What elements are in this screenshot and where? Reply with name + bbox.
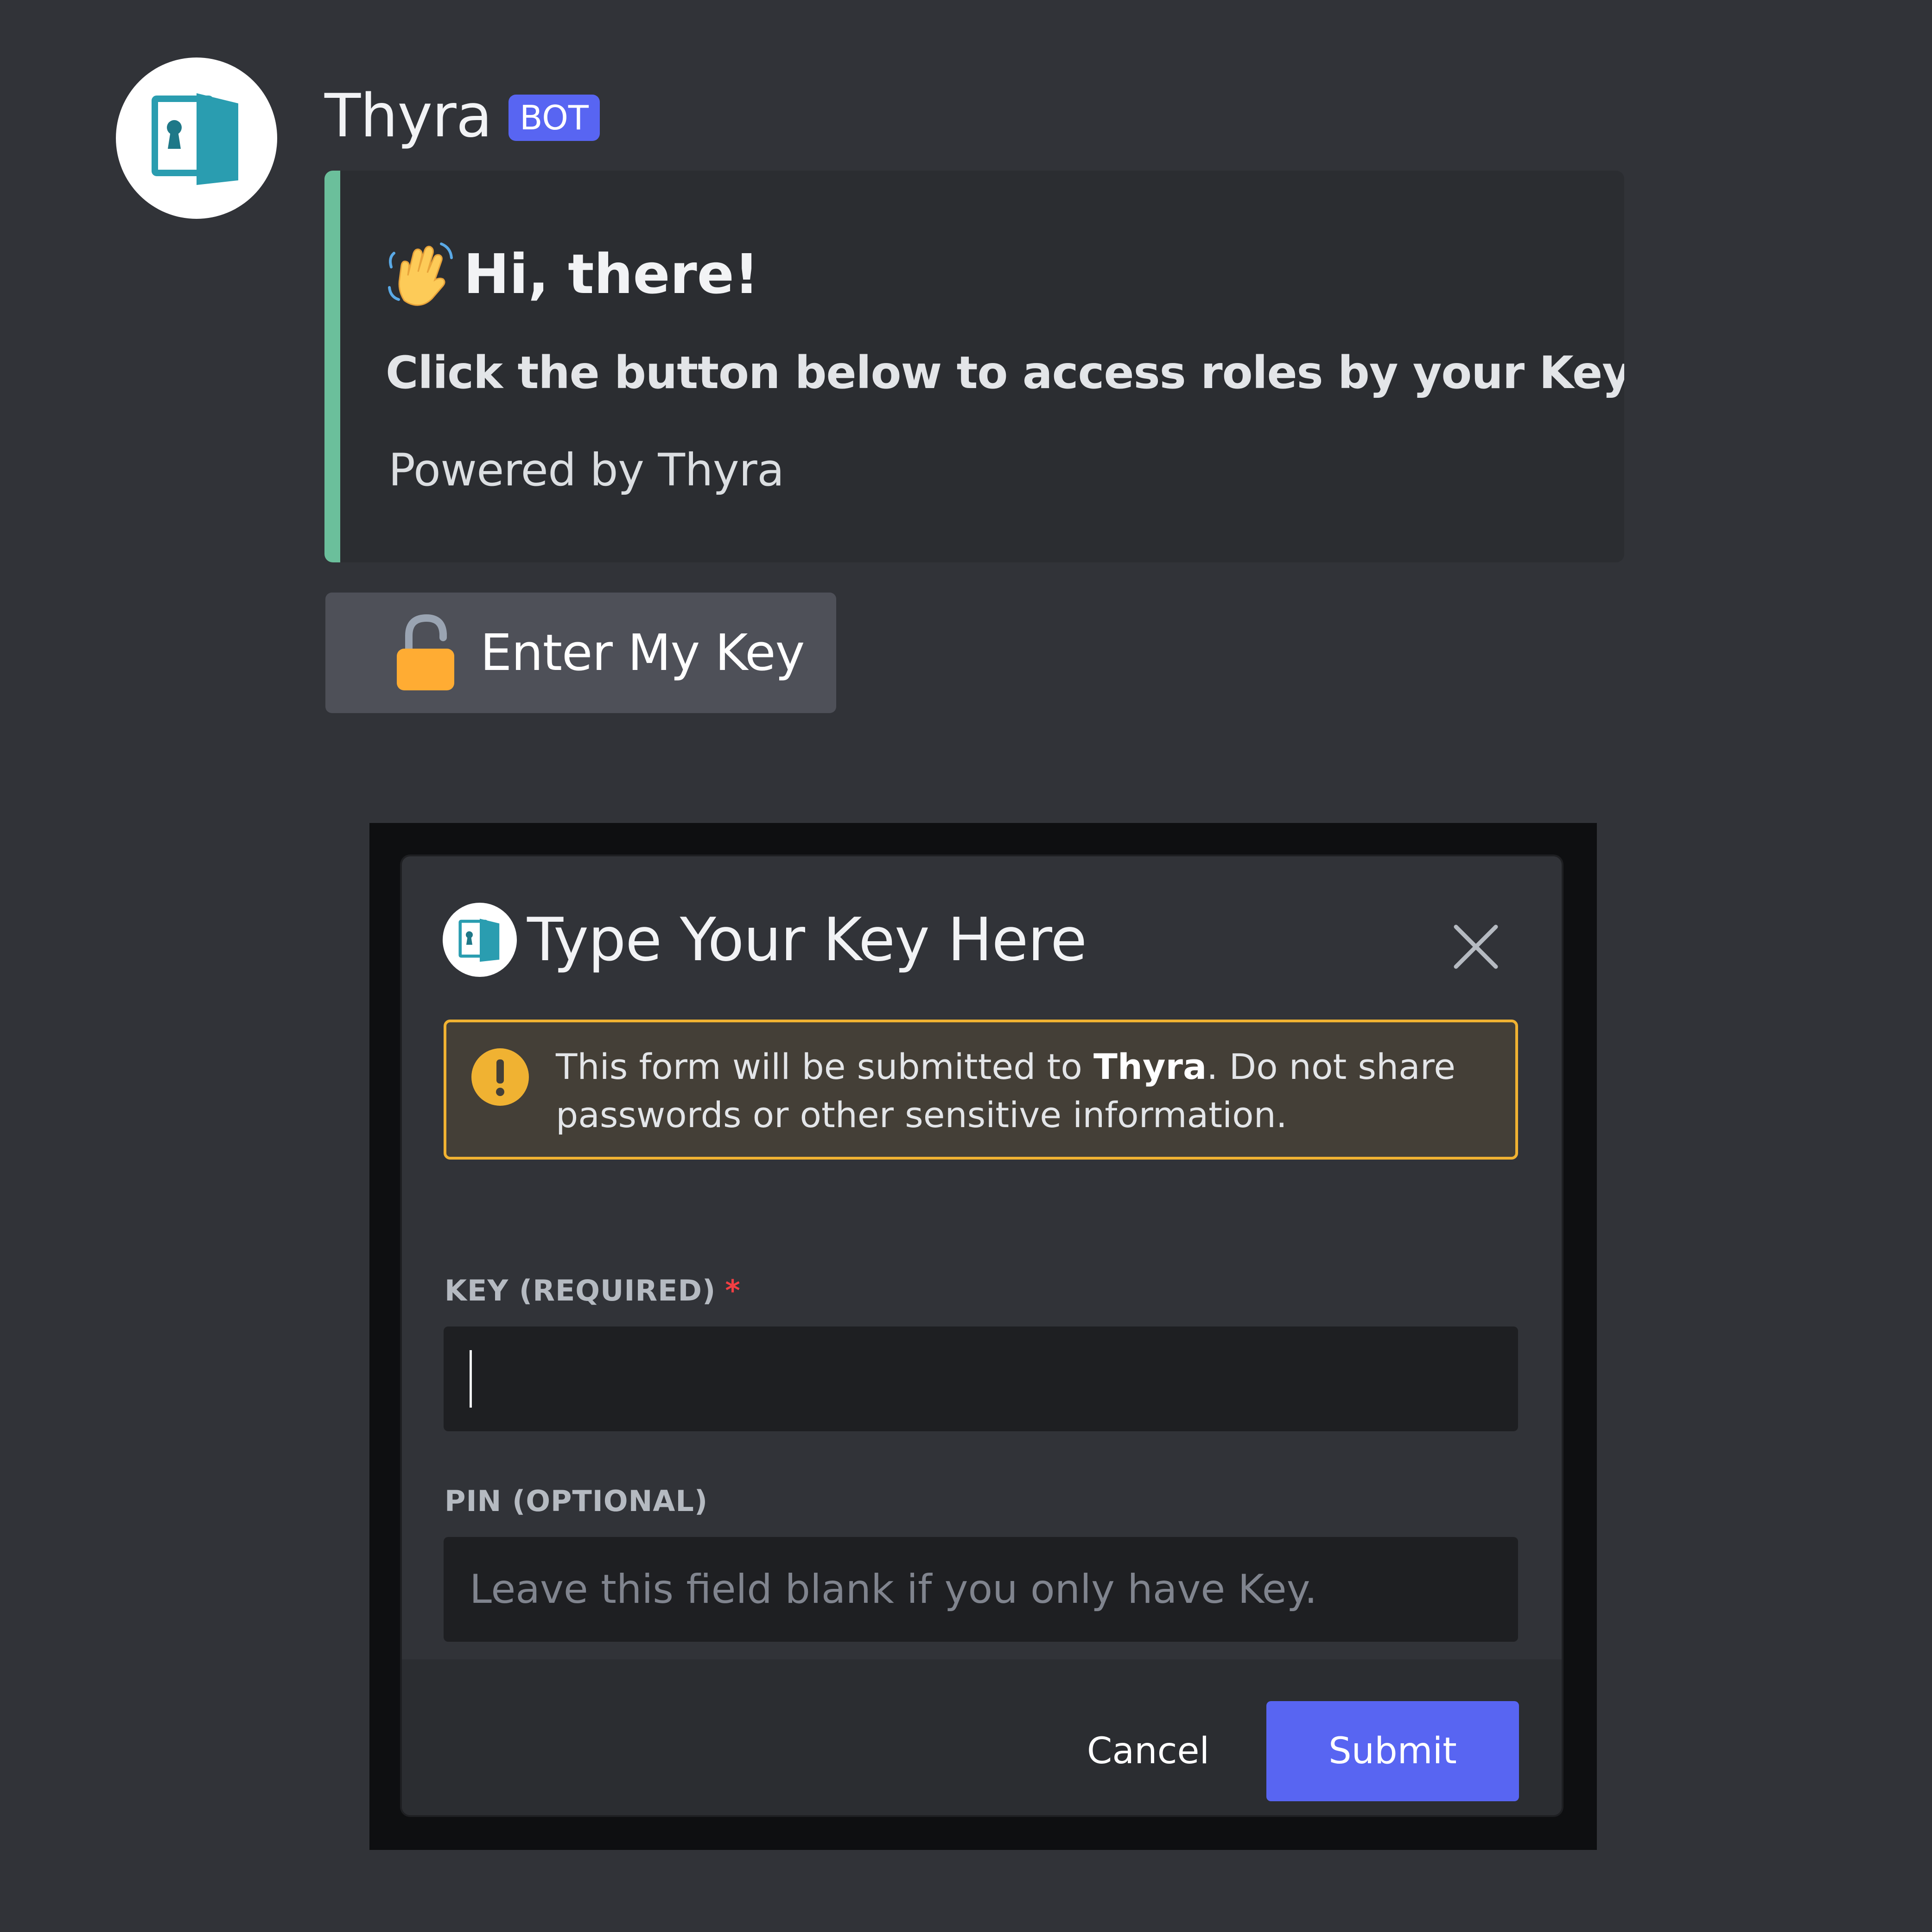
close-icon[interactable]	[1450, 921, 1501, 972]
pin-field-label: PIN (OPTIONAL)	[445, 1484, 708, 1518]
author-name[interactable]: Thyra	[324, 82, 492, 151]
key-label-text: KEY (REQUIRED)	[445, 1274, 716, 1307]
key-input[interactable]	[444, 1326, 1518, 1431]
waving-hand-icon	[388, 242, 453, 306]
bot-avatar[interactable]	[116, 57, 277, 219]
pin-input-placeholder: Leave this field blank if you only have …	[470, 1566, 1317, 1613]
key-modal: Type Your Key Here This form will be sub…	[402, 856, 1562, 1815]
door-keyhole-icon	[152, 93, 238, 185]
warning-prefix: This form will be submitted to	[556, 1046, 1094, 1087]
pin-input[interactable]: Leave this field blank if you only have …	[444, 1537, 1518, 1642]
submit-button[interactable]: Submit	[1266, 1701, 1519, 1801]
message-embed: Hi, there! Click the button below to acc…	[324, 171, 1624, 562]
modal-footer: Cancel Submit	[402, 1659, 1562, 1815]
modal-header: Type Your Key Here	[443, 903, 1087, 977]
warning-notice: This form will be submitted to Thyra. Do…	[444, 1020, 1518, 1160]
embed-title-text: Hi, there!	[464, 242, 759, 306]
embed-accent-bar	[324, 171, 340, 562]
required-asterisk: *	[725, 1274, 741, 1307]
open-lock-icon	[397, 614, 454, 690]
embed-footer: Powered by Thyra	[388, 444, 784, 496]
warning-text: This form will be submitted to Thyra. Do…	[556, 1043, 1483, 1139]
enter-key-button[interactable]: Enter My Key	[325, 593, 836, 713]
bot-tag: BOT	[508, 95, 600, 141]
message-header: Thyra BOT	[324, 74, 600, 158]
modal-app-avatar	[443, 903, 517, 977]
key-field-label: KEY (REQUIRED) *	[445, 1274, 741, 1307]
embed-title: Hi, there!	[386, 239, 759, 309]
text-caret	[470, 1350, 472, 1408]
embed-description: Click the button below to access roles b…	[386, 347, 1624, 399]
enter-key-label: Enter My Key	[480, 624, 805, 682]
cancel-button[interactable]: Cancel	[1060, 1701, 1236, 1801]
modal-backdrop: Type Your Key Here This form will be sub…	[369, 823, 1597, 1850]
modal-title: Type Your Key Here	[527, 905, 1087, 975]
exclamation-icon	[471, 1048, 529, 1106]
door-keyhole-icon	[458, 918, 500, 962]
warning-app-name: Thyra	[1093, 1046, 1207, 1087]
